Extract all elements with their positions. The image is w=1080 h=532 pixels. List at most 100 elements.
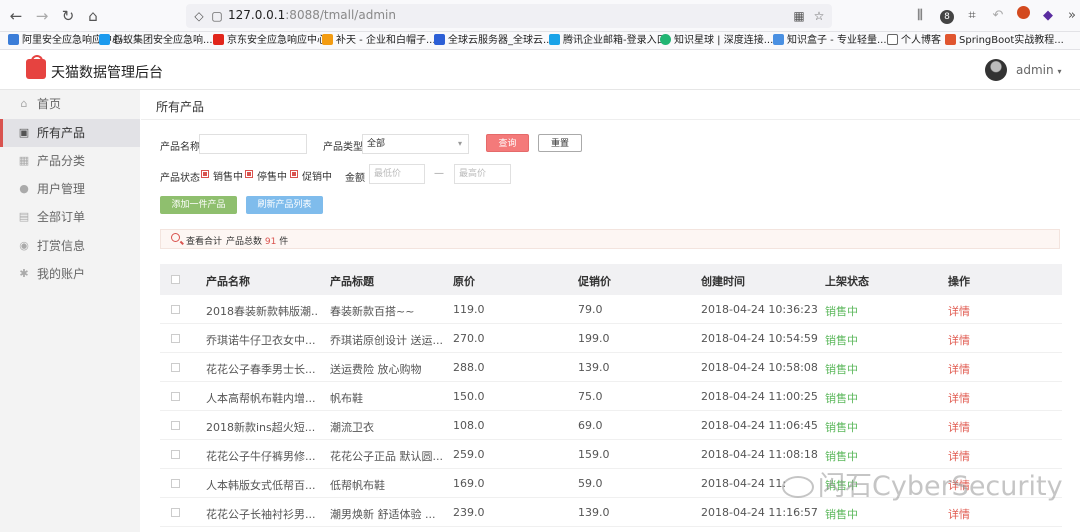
product-type-select[interactable]: 全部 ▾ — [362, 134, 469, 154]
detail-link[interactable]: 详情 — [948, 506, 970, 522]
extension-purple-icon[interactable]: ◆ — [1038, 6, 1058, 26]
query-button[interactable]: 查询 — [486, 134, 529, 152]
status-checkbox-promo[interactable] — [290, 170, 298, 178]
row-checkbox[interactable] — [171, 421, 180, 430]
back-icon[interactable]: ← — [6, 6, 26, 26]
star-icon[interactable]: ☆ — [810, 7, 828, 25]
page-title: 所有产品 — [156, 100, 205, 114]
row-checkbox[interactable] — [171, 305, 180, 314]
cell-price: 169.0 — [453, 477, 485, 490]
column-header[interactable]: 产品标题 — [330, 273, 374, 289]
product-type-value: 全部 — [367, 139, 386, 149]
library-icon[interactable]: ⫼ — [910, 6, 930, 26]
select-all-checkbox[interactable] — [171, 275, 180, 284]
column-header[interactable]: 产品名称 — [206, 273, 250, 289]
extension-badge-icon[interactable]: 8 — [937, 6, 957, 26]
sidebar-item-label: 首页 — [37, 97, 62, 111]
detail-link[interactable]: 详情 — [948, 361, 970, 377]
cell-status: 销售中 — [825, 450, 858, 463]
type-filter-label: 产品类型 — [323, 142, 363, 153]
max-price-input[interactable]: 最高价 — [454, 164, 511, 184]
row-checkbox[interactable] — [171, 334, 180, 343]
refresh-list-button[interactable]: 刷新产品列表 — [246, 196, 323, 214]
status-checkbox-stopped[interactable] — [245, 170, 253, 178]
row-checkbox[interactable] — [171, 508, 180, 517]
cell-name: 乔琪诺牛仔卫衣女中... — [206, 334, 316, 347]
cell-name: 2018春装新款韩版潮... — [206, 305, 318, 318]
status-option-label: 促销中 — [302, 172, 332, 183]
cell-title: 送运费险 放心购物 — [330, 363, 422, 376]
cell-price: 119.0 — [453, 303, 485, 316]
detail-link[interactable]: 详情 — [948, 390, 970, 406]
app-title: 天猫数据管理后台 — [51, 65, 163, 81]
overflow-icon[interactable]: » — [1062, 6, 1080, 26]
extension-icon[interactable] — [1013, 6, 1033, 26]
app-header: 天猫数据管理后台 admin ▾ — [0, 50, 1080, 90]
cell-title: 春装新款百搭~~ — [330, 305, 415, 318]
table-row[interactable]: 花花公子春季男士长... 送运费险 放心购物 288.0 139.0 2018-… — [160, 353, 1062, 382]
name-filter-label: 产品名称 — [160, 142, 200, 153]
sidebar-item-label: 我的账户 — [37, 267, 86, 281]
forward-icon[interactable]: → — [32, 6, 52, 26]
user-menu[interactable]: admin ▾ — [1016, 63, 1061, 77]
sidebar-item-account[interactable]: ✱ 我的账户 — [0, 260, 140, 288]
page-info-icon[interactable]: ▢ — [208, 7, 226, 25]
column-header[interactable]: 上架状态 — [825, 273, 869, 289]
address-bar[interactable]: ◇ ▢ 127.0.0.1:8088/tmall/admin ▦ ☆ — [186, 4, 832, 28]
avatar[interactable] — [985, 59, 1007, 81]
table-row[interactable]: 乔琪诺牛仔卫衣女中... 乔琪诺原创设计 送运... 270.0 199.0 2… — [160, 324, 1062, 353]
column-header[interactable]: 操作 — [948, 273, 970, 289]
bookmark-item[interactable]: 补天 - 企业和白帽子... — [322, 33, 436, 49]
home-browser-icon[interactable]: ⌂ — [83, 6, 103, 26]
row-checkbox[interactable] — [171, 363, 180, 372]
sidebar-item-rewards[interactable]: ◉ 打赏信息 — [0, 232, 140, 260]
sidebar-item-orders[interactable]: ▤ 全部订单 — [0, 203, 140, 231]
undo-icon[interactable]: ↶ — [988, 6, 1008, 26]
bookmark-item[interactable]: 蚂蚁集团安全应急响... — [99, 33, 213, 49]
bookmark-item[interactable]: 全球云服务器_全球云... — [434, 33, 553, 49]
column-header[interactable]: 促销价 — [578, 273, 611, 289]
sidebar-item-label: 打赏信息 — [37, 239, 86, 253]
cell-price: 108.0 — [453, 419, 485, 432]
row-checkbox[interactable] — [171, 479, 180, 488]
sidebar-item-home[interactable]: ⌂ 首页 — [0, 90, 140, 118]
cell-price: 259.0 — [453, 448, 485, 461]
column-header[interactable]: 创建时间 — [701, 273, 745, 289]
add-product-button[interactable]: 添加一件产品 — [160, 196, 237, 214]
column-header[interactable]: 原价 — [453, 273, 475, 289]
reload-icon[interactable]: ↻ — [58, 6, 78, 26]
sidebar-item-users[interactable]: ● 用户管理 — [0, 175, 140, 203]
cell-sale-price: 79.0 — [578, 303, 603, 316]
bookmark-item[interactable]: 知识盒子 - 专业轻量... — [773, 33, 887, 49]
cell-sale-price: 75.0 — [578, 390, 603, 403]
min-price-input[interactable]: 最低价 — [369, 164, 425, 184]
detail-link[interactable]: 详情 — [948, 332, 970, 348]
bookmark-item[interactable]: 知识星球 | 深度连接... — [660, 33, 773, 49]
row-checkbox[interactable] — [171, 450, 180, 459]
product-name-input[interactable] — [199, 134, 307, 154]
crop-icon[interactable]: ⌗ — [962, 6, 982, 26]
user-icon: ● — [19, 182, 29, 195]
bookmark-folder[interactable]: 个人博客 — [887, 33, 941, 49]
table-row[interactable]: 2018春装新款韩版潮... 春装新款百搭~~ 119.0 79.0 2018-… — [160, 295, 1062, 324]
qr-code-icon[interactable]: ▦ — [790, 7, 808, 25]
detail-link[interactable]: 详情 — [948, 303, 970, 319]
detail-link[interactable]: 详情 — [948, 448, 970, 464]
bookmark-item[interactable]: SpringBoot实战教程... — [945, 33, 1064, 49]
account-icon: ✱ — [19, 267, 29, 280]
table-row[interactable]: 人本高帮帆布鞋内增... 帆布鞋 150.0 75.0 2018-04-24 1… — [160, 382, 1062, 411]
status-checkbox-on-sale[interactable] — [201, 170, 209, 178]
bookmark-item[interactable]: 腾讯企业邮箱-登录入口 — [549, 33, 667, 49]
row-checkbox[interactable] — [171, 392, 180, 401]
sidebar-item-categories[interactable]: ▦ 产品分类 — [0, 147, 140, 175]
username: admin — [1016, 63, 1054, 77]
status-option-label: 停售中 — [257, 172, 287, 183]
bookmark-item[interactable]: 京东安全应急响应中心 — [213, 33, 327, 49]
shield-icon[interactable]: ◇ — [190, 7, 208, 25]
sidebar-item-products[interactable]: ▣ 所有产品 — [0, 119, 140, 147]
reset-button[interactable]: 重置 — [538, 134, 582, 152]
table-header: 产品名称 产品标题 原价 促销价 创建时间 上架状态 操作 — [160, 264, 1062, 295]
cell-name: 2018新款ins超火短... — [206, 421, 316, 434]
detail-link[interactable]: 详情 — [948, 419, 970, 435]
table-row[interactable]: 2018新款ins超火短... 潮流卫衣 108.0 69.0 2018-04-… — [160, 411, 1062, 440]
